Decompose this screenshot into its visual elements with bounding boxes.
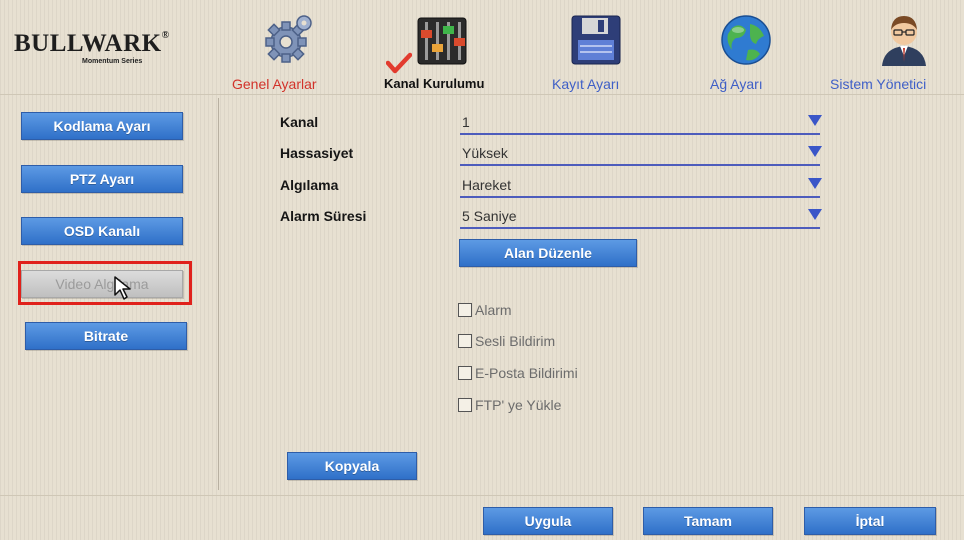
alarm-duration-label: Alarm Süresi [280,208,367,224]
audio-notification-checkbox-label: Sesli Bildirim [475,333,556,349]
ftp-upload-checkbox[interactable] [458,398,472,412]
mouse-cursor-icon [114,276,131,300]
brand-subtitle: Momentum Series [82,58,143,65]
channel-value: 1 [462,114,470,130]
tab-network-settings-label: Ağ Ayarı [710,76,763,92]
tab-general-settings-label: Genel Ayarlar [232,76,317,92]
selection-highlight-box [18,261,192,305]
sensitivity-value: Yüksek [462,145,508,161]
gear-icon [265,15,312,63]
email-notification-checkbox[interactable] [458,366,472,380]
dropdown-arrow-icon [808,209,822,220]
tab-system-admin-label: Sistem Yönetici [830,76,927,92]
ftp-upload-checkbox-label: FTP' ye Yükle [475,397,562,413]
vertical-divider [218,98,219,490]
apply-button[interactable]: Uygula [483,507,613,535]
edit-area-button[interactable]: Alan Düzenle [459,239,637,267]
brand-logo: BULLWARK® [14,30,170,57]
alarm-checkbox[interactable] [458,303,472,317]
sliders-icon [417,17,467,65]
footer-divider [0,495,964,496]
sidebar-item-bitrate[interactable]: Bitrate [25,322,187,350]
tab-record-settings-label: Kayıt Ayarı [552,76,620,92]
cancel-button[interactable]: İptal [804,507,936,535]
dropdown-arrow-icon [808,146,822,157]
sensitivity-label: Hassasiyet [280,145,354,161]
alarm-checkbox-label: Alarm [475,302,512,318]
tab-channel-setup-label: Kanal Kurulumu [384,76,485,91]
user-icon [882,16,926,66]
email-notification-checkbox-row[interactable]: E-Posta Bildirimi [458,365,578,381]
sidebar-item-encoding-settings[interactable]: Kodlama Ayarı [21,112,183,140]
alarm-duration-select[interactable]: 5 Saniye [460,205,822,229]
channel-label: Kanal [280,114,319,130]
copy-button[interactable]: Kopyala [287,452,417,480]
ftp-upload-checkbox-row[interactable]: FTP' ye Yükle [458,397,561,413]
floppy-disk-icon [571,15,621,65]
detection-select[interactable]: Hareket [460,174,822,198]
sidebar-item-ptz-settings[interactable]: PTZ Ayarı [21,165,183,193]
alarm-duration-value: 5 Saniye [462,208,517,224]
detection-label: Algılama [280,177,339,193]
tab-system-admin[interactable]: Sistem Yönetici [830,0,964,94]
checkmark-icon [386,52,412,74]
sidebar-item-osd-channel[interactable]: OSD Kanalı [21,217,183,245]
dropdown-arrow-icon [808,178,822,189]
channel-select[interactable]: 1 [460,111,822,135]
detection-value: Hareket [462,177,512,193]
alarm-checkbox-row[interactable]: Alarm [458,302,512,318]
dropdown-arrow-icon [808,115,822,126]
globe-icon [721,15,771,65]
audio-notification-checkbox[interactable] [458,334,472,348]
tab-record-settings[interactable]: Kayıt Ayarı [548,0,644,94]
tab-channel-setup[interactable]: Kanal Kurulumu [378,0,508,94]
email-notification-checkbox-label: E-Posta Bildirimi [475,365,578,381]
tab-network-settings[interactable]: Ağ Ayarı [708,0,788,94]
ok-button[interactable]: Tamam [643,507,773,535]
tab-general-settings[interactable]: Genel Ayarlar [232,0,350,94]
sensitivity-select[interactable]: Yüksek [460,142,822,166]
audio-notification-checkbox-row[interactable]: Sesli Bildirim [458,333,555,349]
